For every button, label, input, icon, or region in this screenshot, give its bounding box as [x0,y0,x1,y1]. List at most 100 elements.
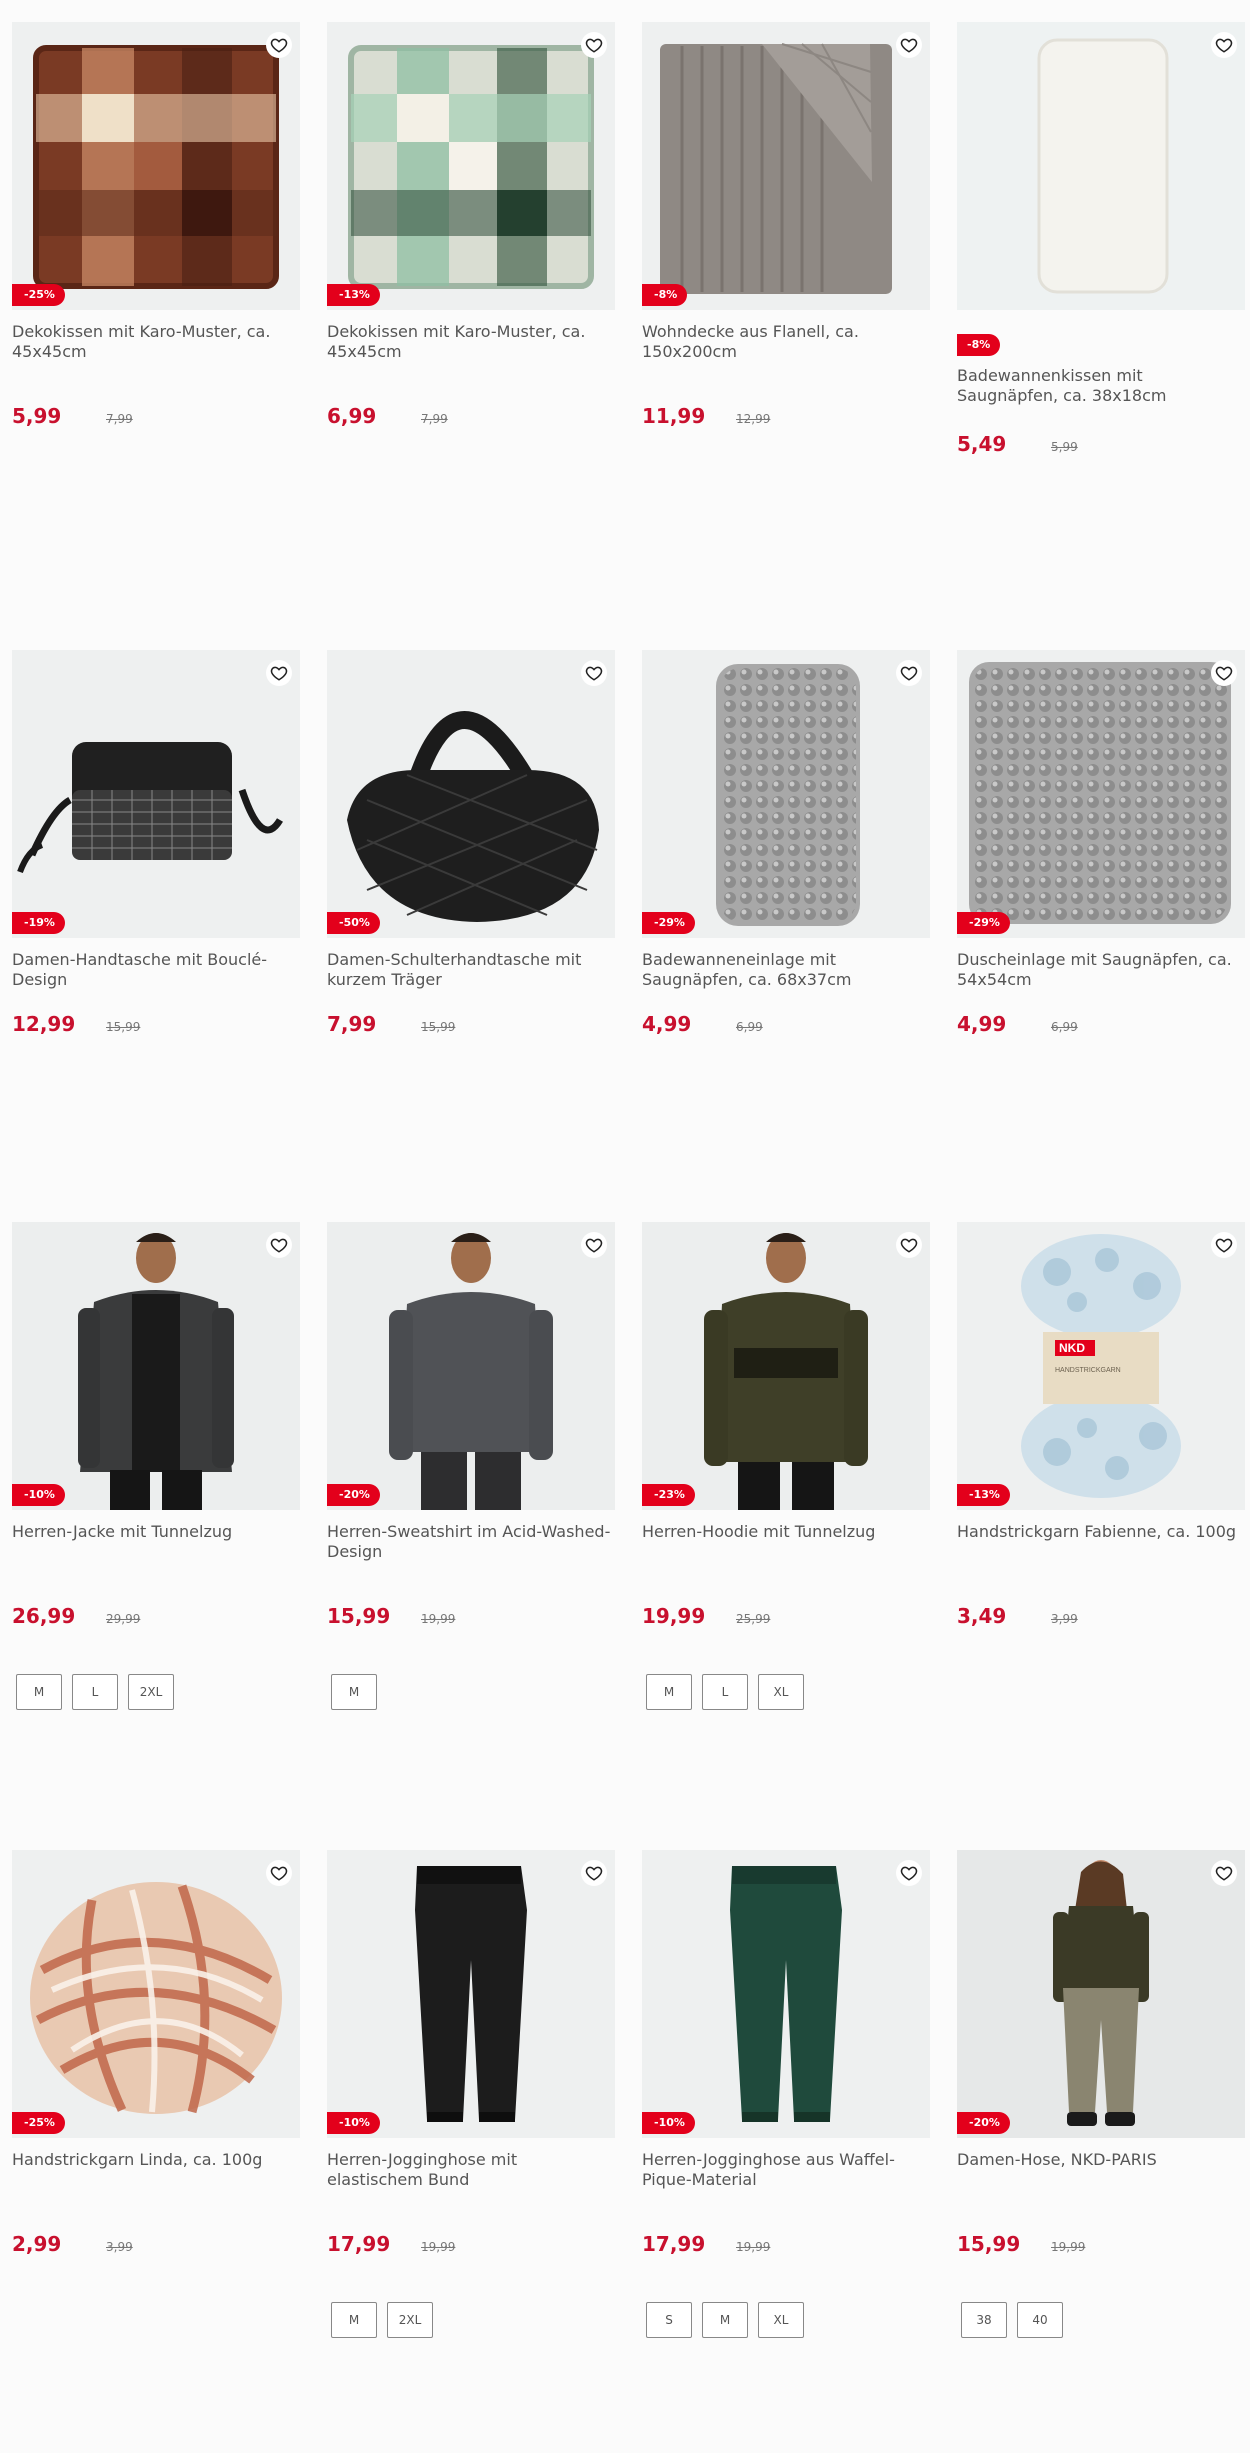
product-title[interactable]: Badewanneneinlage mit Saugnäpfen, ca. 68… [642,950,930,990]
product-card[interactable]: -20% Damen-Hose, NKD-PARIS 15,99 19,99 3… [957,1850,1245,2338]
product-card[interactable]: -8% Wohndecke aus Flanell, ca. 150x200cm… [642,22,930,428]
product-image[interactable]: -20% [957,1850,1245,2138]
size-button[interactable]: 2XL [387,2302,433,2338]
wishlist-heart-icon[interactable] [266,1232,292,1258]
wishlist-heart-icon[interactable] [896,32,922,58]
wishlist-heart-icon[interactable] [1211,32,1237,58]
product-price: 4,99 [957,1012,1007,1036]
size-button[interactable]: XL [758,1674,804,1710]
product-title[interactable]: Herren-Sweatshirt im Acid-Washed-Design [327,1522,615,1562]
product-image[interactable]: -10% [327,1850,615,2138]
product-card[interactable]: NKD HANDSTRICKGARN -13% Handstrickgarn F… [957,1222,1245,1628]
product-card[interactable]: -10% Herren-Jogginghose aus Waffel-Pique… [642,1850,930,2338]
size-button[interactable]: L [72,1674,118,1710]
wishlist-heart-icon[interactable] [1211,1232,1237,1258]
product-image[interactable]: -23% [642,1222,930,1510]
old-price: 19,99 [1051,2240,1086,2254]
product-title[interactable]: Dekokissen mit Karo-Muster, ca. 45x45cm [12,322,300,362]
old-price: 29,99 [106,1612,141,1626]
wishlist-heart-icon[interactable] [266,1860,292,1886]
product-card[interactable]: -29% Badewanneneinlage mit Saugnäpfen, c… [642,650,930,1036]
product-title[interactable]: Herren-Jogginghose aus Waffel-Pique-Mate… [642,2150,930,2190]
product-card[interactable]: -29% Duscheinlage mit Saugnäpfen, ca. 54… [957,650,1245,1036]
product-title[interactable]: Dekokissen mit Karo-Muster, ca. 45x45cm [327,322,615,362]
old-price: 19,99 [736,2240,771,2254]
wishlist-heart-icon[interactable] [1211,1860,1237,1886]
product-image[interactable] [957,22,1245,310]
product-card[interactable]: -10% Herren-Jogginghose mit elastischem … [327,1850,615,2338]
size-button[interactable]: 38 [961,2302,1007,2338]
wishlist-heart-icon[interactable] [581,1232,607,1258]
wishlist-heart-icon[interactable] [266,32,292,58]
product-title[interactable]: Herren-Jogginghose mit elastischem Bund [327,2150,615,2190]
price-row: 26,99 29,99 [12,1604,300,1628]
product-title[interactable]: Duscheinlage mit Saugnäpfen, ca. 54x54cm [957,950,1245,990]
product-title[interactable]: Wohndecke aus Flanell, ca. 150x200cm [642,322,930,362]
price-row: 19,99 25,99 [642,1604,930,1628]
size-button[interactable]: 40 [1017,2302,1063,2338]
product-price: 11,99 [642,404,706,428]
product-price: 5,49 [957,432,1007,456]
product-price: 15,99 [327,1604,391,1628]
product-price: 15,99 [957,2232,1021,2256]
product-title[interactable]: Damen-Schulterhandtasche mit kurzem Träg… [327,950,615,990]
shoulder-bag-image [327,650,615,938]
size-button[interactable]: M [331,1674,377,1710]
size-button[interactable]: M [331,2302,377,2338]
product-card[interactable]: -25% Handstrickgarn Linda, ca. 100g 2,99… [12,1850,300,2256]
size-button[interactable]: 2XL [128,1674,174,1710]
product-image[interactable]: -20% [327,1222,615,1510]
product-image[interactable]: -25% [12,1850,300,2138]
size-button[interactable]: M [646,1674,692,1710]
wishlist-heart-icon[interactable] [896,1232,922,1258]
product-title[interactable]: Damen-Hose, NKD-PARIS [957,2150,1245,2190]
product-price: 19,99 [642,1604,706,1628]
wishlist-heart-icon[interactable] [581,32,607,58]
product-card[interactable]: -20% Herren-Sweatshirt im Acid-Washed-De… [327,1222,615,1710]
product-card[interactable]: -23% Herren-Hoodie mit Tunnelzug 19,99 2… [642,1222,930,1710]
product-card[interactable]: -25% Dekokissen mit Karo-Muster, ca. 45x… [12,22,300,428]
price-row: 4,99 6,99 [957,1012,1245,1036]
size-button[interactable]: S [646,2302,692,2338]
product-title[interactable]: Badewannenkissen mit Saugnäpfen, ca. 38x… [957,366,1245,406]
wishlist-heart-icon[interactable] [581,660,607,686]
wishlist-heart-icon[interactable] [266,660,292,686]
product-image[interactable]: -13% [327,22,615,310]
product-image[interactable]: -29% [957,650,1245,938]
product-title[interactable]: Herren-Jacke mit Tunnelzug [12,1522,300,1562]
product-card[interactable]: -8% Badewannenkissen mit Saugnäpfen, ca.… [957,22,1245,456]
product-price: 7,99 [327,1012,377,1036]
size-button[interactable]: M [16,1674,62,1710]
wishlist-heart-icon[interactable] [581,1860,607,1886]
discount-badge: -13% [327,284,380,306]
product-title[interactable]: Herren-Hoodie mit Tunnelzug [642,1522,930,1562]
cushion-image [327,22,615,310]
size-button[interactable]: XL [758,2302,804,2338]
discount-badge: -29% [642,912,695,934]
product-card[interactable]: -19% Damen-Handtasche mit Bouclé-Design … [12,650,300,1036]
product-title[interactable]: Handstrickgarn Linda, ca. 100g [12,2150,300,2190]
old-price: 19,99 [421,1612,456,1626]
product-image[interactable]: NKD HANDSTRICKGARN -13% [957,1222,1245,1510]
product-image[interactable]: -29% [642,650,930,938]
product-image[interactable]: -19% [12,650,300,938]
product-title[interactable]: Handstrickgarn Fabienne, ca. 100g [957,1522,1245,1562]
wishlist-heart-icon[interactable] [896,1860,922,1886]
product-image[interactable]: -10% [642,1850,930,2138]
product-image[interactable]: -50% [327,650,615,938]
product-card[interactable]: -10% Herren-Jacke mit Tunnelzug 26,99 29… [12,1222,300,1710]
size-options: M L 2XL [16,1674,300,1710]
product-image[interactable]: -8% [642,22,930,310]
product-card[interactable]: -13% Dekokissen mit Karo-Muster, ca. 45x… [327,22,615,428]
product-card[interactable]: -50% Damen-Schulterhandtasche mit kurzem… [327,650,615,1036]
product-image[interactable]: -10% [12,1222,300,1510]
size-button[interactable]: M [702,2302,748,2338]
wishlist-heart-icon[interactable] [1211,660,1237,686]
product-image[interactable]: -25% [12,22,300,310]
man-hoodie-image [642,1222,930,1510]
old-price: 15,99 [106,1020,141,1034]
price-row: 15,99 19,99 [327,1604,615,1628]
size-button[interactable]: L [702,1674,748,1710]
product-title[interactable]: Damen-Handtasche mit Bouclé-Design [12,950,300,990]
wishlist-heart-icon[interactable] [896,660,922,686]
